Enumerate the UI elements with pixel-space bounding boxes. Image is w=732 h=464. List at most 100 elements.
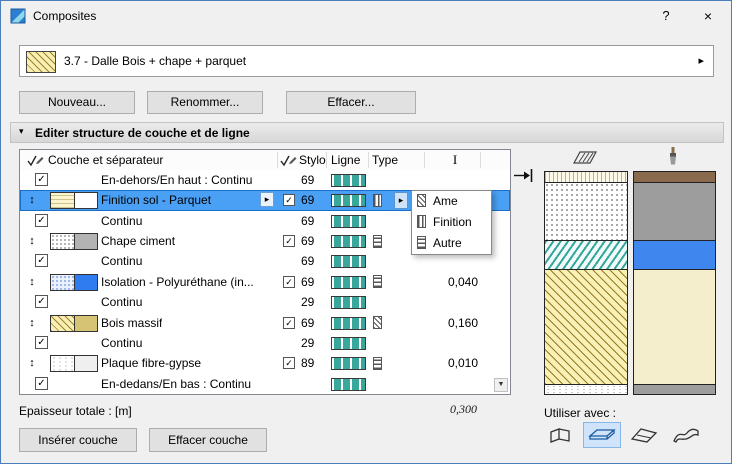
finition-type-icon [417, 215, 426, 228]
preview-cut-band [545, 385, 627, 394]
pen-checkbox[interactable]: ✓ [283, 194, 295, 207]
pen-number: 69 [301, 254, 315, 269]
pen-number: 29 [301, 295, 315, 310]
close-button[interactable]: × [693, 1, 723, 31]
use-with-shell-button[interactable] [667, 422, 705, 448]
type-dropdown-button[interactable]: ▸ [394, 191, 408, 209]
line-type-swatch[interactable] [331, 194, 366, 208]
type-icon[interactable] [373, 275, 382, 289]
preview-surface-band [634, 385, 715, 394]
table-row[interactable]: ↕ Plaque fibre-gypse ✓ 89 0,010 [20, 353, 510, 374]
separator-checkbox[interactable]: ✓ [35, 295, 48, 309]
line-type-swatch[interactable] [331, 174, 366, 187]
type-cell [373, 315, 382, 331]
type-icon[interactable] [373, 234, 382, 248]
separator-name: Continu [101, 254, 143, 269]
pen-checkbox[interactable]: ✓ [283, 275, 295, 288]
delete-button[interactable]: Effacer... [286, 91, 416, 114]
pen-checkbox[interactable]: ✓ [283, 316, 295, 329]
header-separator [277, 152, 278, 168]
separator-checkbox[interactable]: ✓ [35, 254, 48, 268]
separator-checkbox[interactable]: ✓ [35, 376, 48, 390]
table-row[interactable]: ↕ Isolation - Polyuréthane (in... ✓ 69 0… [20, 271, 510, 293]
menu-item-finition[interactable]: Finition [412, 212, 491, 233]
table-row[interactable]: ✓ Continu 29 [20, 292, 510, 313]
pen-checkbox[interactable]: ✓ [283, 357, 295, 370]
help-button[interactable]: ? [651, 1, 681, 31]
preview-cut-column [544, 171, 628, 395]
ame-type-icon [417, 194, 426, 207]
use-with-wall-button[interactable] [541, 422, 579, 448]
delete-layer-button[interactable]: Effacer couche [149, 428, 267, 452]
autre-type-icon [417, 236, 426, 249]
header-separator [480, 152, 481, 168]
line-type-swatch[interactable] [331, 377, 366, 391]
composite-selector[interactable]: 3.7 - Dalle Bois + chape + parquet ▸ [19, 45, 714, 77]
type-icon[interactable] [373, 193, 382, 207]
layer-flyout-icon[interactable]: ▸ [260, 192, 274, 208]
pen-number: 69 [301, 173, 315, 187]
line-type-swatch[interactable] [331, 255, 366, 269]
panel-title: Editer structure de couche et de ligne [35, 126, 250, 140]
separator-checkbox[interactable]: ✓ [35, 213, 48, 227]
header-separator [424, 152, 425, 168]
composite-swatch [26, 51, 56, 73]
preview-surface-column [633, 171, 716, 395]
line-type-swatch[interactable] [331, 214, 366, 228]
menu-item-ame[interactable]: Ame [412, 191, 491, 212]
preview-cut-band [545, 241, 627, 270]
pen-number: 69 [301, 315, 315, 330]
drag-handle-icon[interactable]: ↕ [25, 356, 39, 370]
header-pen: Stylo [299, 153, 326, 167]
material-swatch[interactable] [50, 273, 98, 291]
thickness-value: 0,010 [447, 356, 478, 371]
table-row[interactable]: ✓ Continu 29 [20, 332, 510, 354]
table-row[interactable]: ✓ En-dehors/En haut : Continu 69 [20, 170, 510, 191]
table-row[interactable]: ✓ En-dedans/En bas : Continu [20, 373, 510, 394]
drag-handle-icon[interactable]: ↕ [25, 275, 39, 289]
line-type-swatch[interactable] [331, 235, 366, 249]
panel-header[interactable]: ▾ Editer structure de couche et de ligne [10, 122, 724, 143]
drag-handle-icon[interactable]: ↕ [25, 316, 39, 330]
table-row[interactable]: ↕ Bois massif ✓ 69 0,160 [20, 312, 510, 333]
insert-layer-button[interactable]: Insérer couche [19, 428, 137, 452]
type-icon[interactable] [373, 356, 382, 370]
collapse-icon[interactable]: ▾ [19, 126, 24, 137]
selector-flyout-icon[interactable]: ▸ [698, 54, 704, 67]
line-type-swatch[interactable] [331, 296, 366, 310]
separator-name: Continu [101, 213, 143, 228]
menu-item-autre[interactable]: Autre [412, 233, 491, 254]
thickness-value: 0,160 [447, 315, 478, 330]
scroll-down-button[interactable]: ▼ [494, 378, 508, 392]
line-type-swatch[interactable] [331, 336, 366, 350]
total-thickness-label: Epaisseur totale : [m] [19, 404, 132, 418]
drag-handle-icon[interactable]: ↕ [25, 234, 39, 248]
cut-fill-icon [572, 151, 598, 164]
line-type-swatch[interactable] [331, 316, 366, 330]
preview-surface-band [634, 183, 715, 241]
surface-paint-icon [670, 147, 676, 165]
preview-cut-band [545, 270, 627, 385]
pen-number: 29 [301, 335, 315, 350]
material-swatch[interactable] [50, 192, 98, 210]
type-icon[interactable] [373, 316, 382, 330]
wall-icon [550, 428, 570, 443]
preview-cut-band [545, 183, 627, 241]
pen-number: 69 [301, 234, 315, 249]
drag-handle-icon[interactable]: ↕ [25, 193, 39, 207]
separator-checkbox[interactable]: ✓ [35, 173, 48, 186]
pen-checkbox[interactable]: ✓ [283, 235, 295, 248]
title-bar[interactable]: Composites ? × [1, 1, 731, 31]
material-swatch[interactable] [50, 314, 98, 332]
separator-checkbox[interactable]: ✓ [35, 335, 48, 349]
new-button[interactable]: Nouveau... [19, 91, 135, 114]
line-type-swatch[interactable] [331, 357, 366, 371]
line-type-swatch[interactable] [331, 275, 366, 289]
use-with-slab-button[interactable] [583, 422, 621, 448]
rename-button[interactable]: Renommer... [147, 91, 263, 114]
use-with-roof-button[interactable] [625, 422, 663, 448]
material-swatch[interactable] [50, 355, 98, 373]
material-swatch[interactable] [50, 233, 98, 251]
type-dropdown-menu: Ame Finition Autre [411, 190, 492, 255]
pen-number: 69 [301, 193, 315, 208]
